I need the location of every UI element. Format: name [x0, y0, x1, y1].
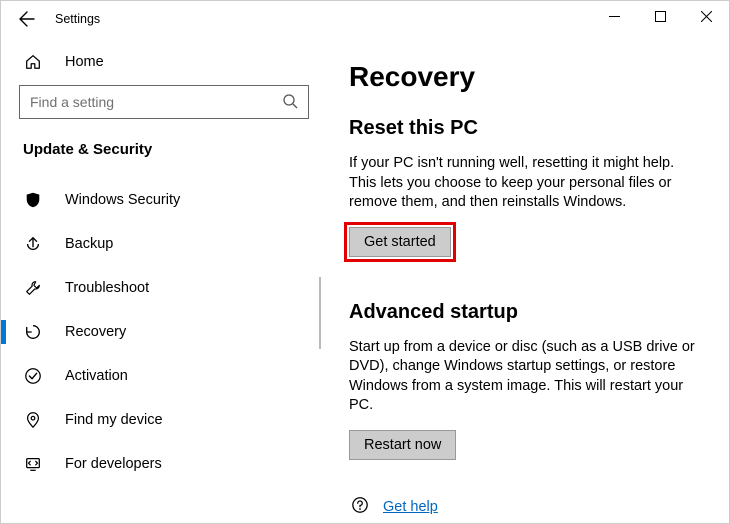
advanced-startup-title: Advanced startup	[349, 301, 701, 324]
check-circle-icon	[23, 367, 43, 385]
window-title: Settings	[55, 12, 100, 26]
home-link[interactable]: Home	[19, 47, 309, 79]
sidebar-item-troubleshoot[interactable]: Troubleshoot	[19, 266, 309, 310]
get-started-button[interactable]: Get started	[349, 227, 451, 257]
advanced-startup-description: Start up from a device or disc (such as …	[349, 338, 701, 416]
shield-icon	[23, 191, 43, 209]
recovery-icon	[23, 323, 43, 341]
window-controls	[591, 1, 729, 31]
minimize-button[interactable]	[591, 1, 637, 31]
main-content: Recovery Reset this PC If your PC isn't …	[321, 37, 729, 523]
reset-pc-title: Reset this PC	[349, 117, 701, 140]
search-box[interactable]	[19, 85, 309, 119]
help-row: Get help	[351, 496, 438, 517]
get-help-link[interactable]: Get help	[383, 499, 438, 515]
sidebar-item-label: Activation	[65, 368, 128, 384]
sidebar-item-recovery[interactable]: Recovery	[19, 310, 309, 354]
nav-list: Windows Security Backup Troubleshoot Rec…	[19, 178, 309, 486]
sidebar-item-backup[interactable]: Backup	[19, 222, 309, 266]
home-label: Home	[65, 54, 104, 70]
arrow-left-icon	[19, 11, 35, 27]
location-icon	[23, 411, 43, 429]
close-icon	[701, 11, 712, 22]
sidebar-item-label: For developers	[65, 456, 162, 472]
back-button[interactable]	[13, 5, 41, 33]
help-icon	[351, 496, 369, 517]
home-icon	[23, 53, 43, 71]
sidebar-item-activation[interactable]: Activation	[19, 354, 309, 398]
page-heading: Recovery	[349, 61, 701, 93]
minimize-icon	[609, 11, 620, 22]
sidebar-item-label: Find my device	[65, 412, 163, 428]
sidebar-item-label: Recovery	[65, 324, 126, 340]
backup-icon	[23, 235, 43, 253]
restart-now-button[interactable]: Restart now	[349, 430, 456, 460]
titlebar: Settings	[1, 1, 729, 37]
sidebar: Home Update & Security Windows Security …	[1, 37, 321, 523]
sidebar-item-find-my-device[interactable]: Find my device	[19, 398, 309, 442]
sidebar-item-windows-security[interactable]: Windows Security	[19, 178, 309, 222]
maximize-button[interactable]	[637, 1, 683, 31]
developer-icon	[23, 455, 43, 473]
sidebar-item-label: Windows Security	[65, 192, 180, 208]
sidebar-item-label: Backup	[65, 236, 113, 252]
search-input[interactable]	[30, 94, 282, 110]
close-button[interactable]	[683, 1, 729, 31]
sidebar-scrollbar[interactable]	[319, 277, 321, 349]
reset-pc-description: If your PC isn't running well, resetting…	[349, 154, 701, 213]
sidebar-item-label: Troubleshoot	[65, 280, 149, 296]
maximize-icon	[655, 11, 666, 22]
sidebar-item-for-developers[interactable]: For developers	[19, 442, 309, 486]
wrench-icon	[23, 279, 43, 297]
section-title: Update & Security	[19, 141, 309, 158]
search-icon	[282, 93, 298, 112]
